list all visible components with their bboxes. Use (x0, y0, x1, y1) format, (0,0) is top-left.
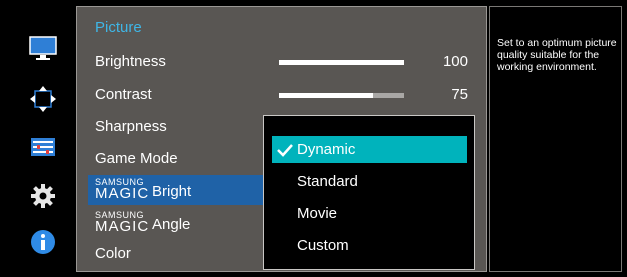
menu-item-magic-angle[interactable]: SAMSUNG MAGIC Angle (95, 211, 190, 235)
magic-angle-label: Angle (152, 216, 191, 233)
settings-list-icon[interactable] (29, 133, 57, 161)
option-custom[interactable]: Custom (272, 232, 467, 259)
option-label: Dynamic (297, 141, 356, 158)
menu-item-game-mode[interactable]: Game Mode (95, 150, 178, 167)
option-movie[interactable]: Movie (272, 200, 467, 227)
contrast-value: 75 (451, 86, 468, 103)
contrast-slider[interactable] (279, 93, 404, 98)
brightness-value: 100 (442, 53, 468, 70)
help-description-panel: Set to an optimum picture quality suitab… (489, 6, 622, 272)
menu-item-magic-bright[interactable]: SAMSUNG MAGIC Bright (95, 178, 191, 202)
menu-item-brightness[interactable]: Brightness (95, 53, 166, 70)
option-dynamic[interactable]: Dynamic (272, 136, 467, 163)
help-description-text: Set to an optimum picture quality suitab… (497, 37, 617, 73)
info-icon[interactable] (29, 228, 57, 256)
menu-title: Picture (95, 19, 142, 36)
option-standard[interactable]: Standard (272, 168, 467, 195)
menu-item-contrast[interactable]: Contrast (95, 86, 152, 103)
magic-brand-text: MAGIC (95, 218, 150, 235)
gear-icon[interactable] (29, 182, 57, 210)
menu-item-color[interactable]: Color (95, 245, 131, 262)
picture-menu-panel: Picture Brightness 100 Contrast 75 Sharp… (76, 6, 487, 272)
option-label: Movie (297, 205, 338, 222)
monitor-icon[interactable] (29, 34, 57, 62)
osd-screen: Picture Brightness 100 Contrast 75 Sharp… (0, 0, 627, 277)
brightness-slider-fill (279, 60, 404, 65)
icon-sidebar (12, 6, 78, 272)
option-label: Custom (297, 237, 349, 254)
option-label: Standard (297, 173, 358, 190)
magic-brand-text: MAGIC (95, 185, 150, 202)
brightness-slider[interactable] (279, 60, 404, 65)
magic-bright-label: Bright (152, 183, 192, 200)
checkmark-icon (277, 144, 293, 157)
magic-bright-options-popup: Dynamic Standard Movie Custom (263, 115, 475, 270)
move-arrows-icon[interactable] (29, 85, 57, 113)
contrast-slider-fill (279, 93, 373, 98)
menu-item-sharpness[interactable]: Sharpness (95, 118, 167, 135)
